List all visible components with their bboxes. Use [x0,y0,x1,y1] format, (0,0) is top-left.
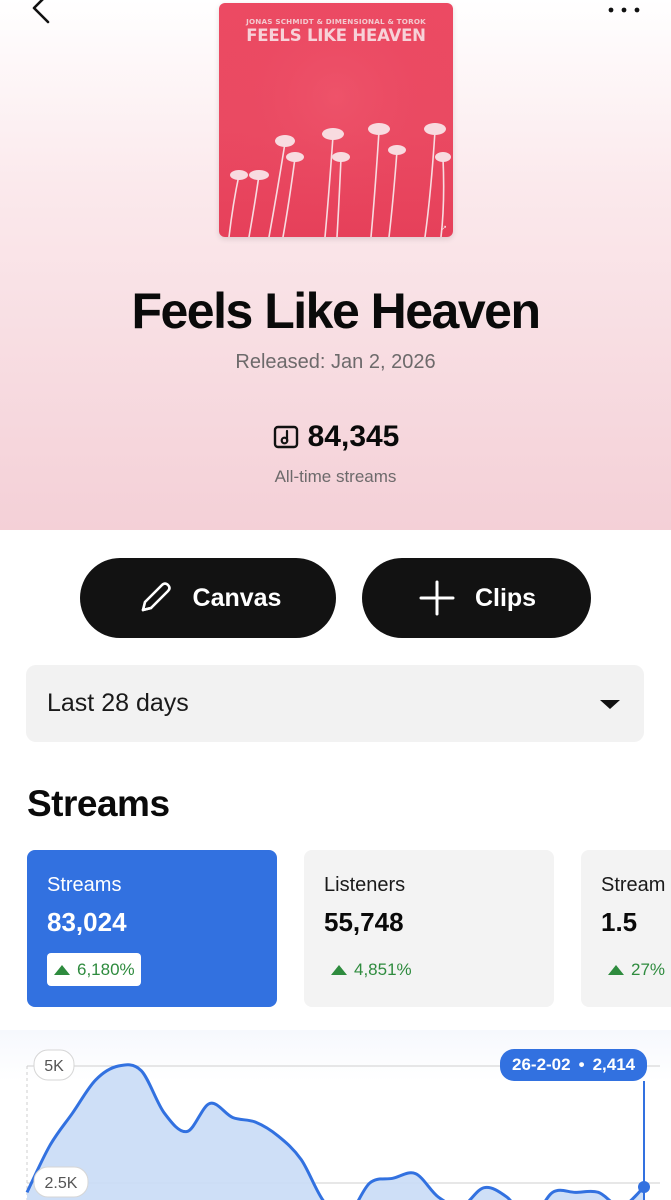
metric-change-badge: 27% [601,953,671,986]
metric-change-badge: 4,851% [324,953,418,986]
metric-change-value: 6,180% [77,959,135,979]
date-range-select[interactable]: Last 28 days [26,665,644,742]
metric-label: Listeners [324,874,406,896]
caret-down-icon [600,699,620,709]
data-point-5[interactable] [139,1069,143,1073]
metric-value: 1.5 [601,907,638,937]
date-range-value: Last 28 days [47,689,189,717]
data-point-15[interactable] [368,1181,372,1185]
back-button[interactable] [26,0,58,32]
clips-button-label: Clips [474,583,537,612]
data-point-17[interactable] [413,1172,417,1176]
y-tick-label-5k: 5K [44,1058,64,1075]
data-point-21[interactable] [505,1195,509,1199]
data-point-0[interactable] [25,1190,29,1194]
data-point-18[interactable] [436,1195,440,1199]
all-time-streams-caption: All-time streams [274,467,397,486]
more-horizontal-icon [608,7,640,13]
chevron-left-icon [32,0,50,24]
triangle-up-icon [608,964,624,975]
streams-section-title: Streams [27,783,170,824]
metric-label: Stream [601,874,666,896]
tooltip-separator: • [578,1055,585,1074]
album-cover: ↗ JONAS SCHMIDT & DIMENSIONAL & TOROK FE… [219,3,453,237]
data-point-25[interactable] [596,1190,600,1194]
music-note-icon [273,425,298,449]
data-point-10[interactable] [254,1120,258,1124]
data-point-7[interactable] [185,1130,189,1134]
metric-card-listeners[interactable]: Listeners 55,748 4,851% [304,850,554,1007]
all-time-streams: 84,345 [0,420,671,454]
data-point-24[interactable] [573,1190,577,1194]
canvas-button-label: Canvas [192,583,282,612]
data-point-11[interactable] [276,1134,280,1138]
more-options-button[interactable] [604,0,644,24]
all-time-streams-value: 84,345 [307,420,400,453]
data-point-12[interactable] [299,1158,303,1162]
y-tick-label-2-5k: 2.5K [45,1175,78,1192]
metric-change-value: 4,851% [354,959,412,979]
metric-value: 55,748 [324,907,404,937]
pencil-icon [141,582,171,612]
triangle-up-icon [54,964,70,975]
data-point-23[interactable] [551,1190,555,1194]
data-point-6[interactable] [162,1111,166,1115]
metric-card-streams[interactable]: Streams 83,024 6,180% [27,850,277,1007]
plus-icon [419,580,455,616]
metric-card-streams-per-listener[interactable]: Stream 1.5 27% [581,850,671,1007]
data-point-20[interactable] [482,1186,486,1190]
cover-artists-text: JONAS SCHMIDT & DIMENSIONAL & TOROK [246,17,426,26]
tooltip-value: 2,414 [592,1055,636,1074]
data-point-16[interactable] [391,1176,395,1180]
data-point-4[interactable] [116,1064,120,1068]
cover-title-text: FEELS LIKE HEAVEN [246,26,426,45]
data-point-2[interactable] [71,1111,75,1115]
svg-text:↗: ↗ [441,224,447,232]
release-date: Released: Jan 2, 2026 [235,351,436,373]
streams-area-fill [27,1064,644,1200]
chart-tooltip: 26-2-02 • 2,414 [500,1049,648,1081]
selected-point-marker[interactable] [638,1181,650,1194]
metric-change-badge: 6,180% [47,953,141,986]
y-tick-label-2-5k-chip: 2.5K [33,1166,89,1198]
metric-label: Streams [47,874,122,896]
data-point-3[interactable] [94,1078,98,1082]
data-point-1[interactable] [48,1144,52,1148]
track-title: Feels Like Heaven [131,283,541,339]
triangle-up-icon [331,964,347,975]
y-tick-label-5k-chip: 5K [33,1049,75,1081]
tooltip-date: 26-2-02 [512,1055,571,1074]
canvas-button[interactable]: Canvas [80,558,336,638]
clips-button[interactable]: Clips [362,558,591,638]
metric-change-value: 27% [631,959,666,979]
data-point-8[interactable] [208,1101,212,1105]
data-point-9[interactable] [231,1115,235,1119]
metric-value: 83,024 [47,907,127,937]
